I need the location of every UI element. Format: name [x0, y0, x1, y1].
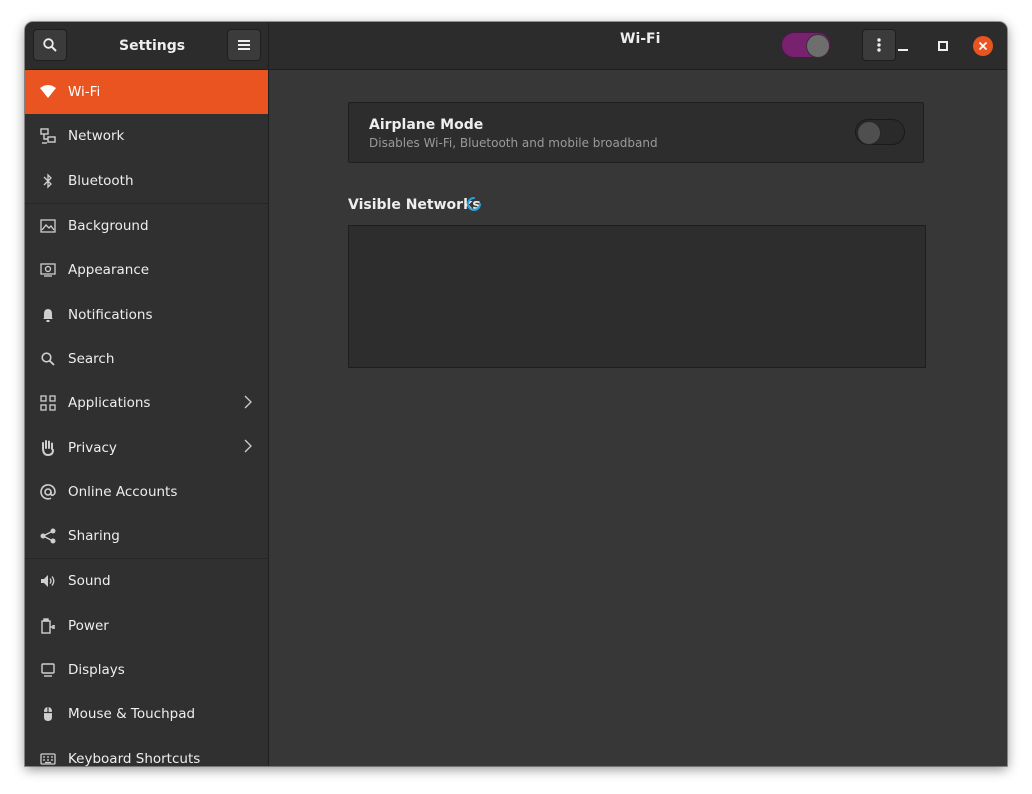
sidebar-item-sharing[interactable]: Sharing: [25, 514, 268, 560]
appearance-icon: [39, 261, 57, 279]
kebab-menu-icon: [877, 38, 881, 52]
airplane-mode-row: Airplane Mode Disables Wi-Fi, Bluetooth …: [348, 102, 924, 163]
sidebar-item-label: Wi-Fi: [68, 84, 101, 101]
at-icon: [39, 483, 57, 501]
bell-icon: [39, 306, 57, 324]
sidebar-item-label: Notifications: [68, 306, 153, 323]
minimize-icon: [898, 49, 908, 51]
display-icon: [39, 661, 57, 679]
mouse-icon: [39, 705, 57, 723]
sidebar-item-sound[interactable]: Sound: [25, 559, 268, 603]
applications-icon: [39, 394, 57, 412]
sidebar-item-label: Privacy: [68, 439, 117, 456]
page-title: Wi-Fi: [620, 31, 661, 47]
sidebar-item-bluetooth[interactable]: Bluetooth: [25, 159, 268, 204]
sidebar-item-label: Displays: [68, 662, 125, 678]
sidebar-item-label: Online Accounts: [68, 483, 178, 500]
hand-icon: [39, 439, 57, 457]
sidebar-item-power[interactable]: Power: [25, 604, 268, 648]
wifi-icon: [39, 83, 57, 101]
power-icon: [39, 617, 57, 635]
keyboard-icon: [39, 750, 57, 766]
more-options-button[interactable]: [862, 29, 896, 61]
sidebar-header: Settings: [25, 22, 269, 70]
sidebar-item-label: Bluetooth: [68, 172, 134, 189]
sidebar-item-label: Applications: [68, 395, 151, 412]
sidebar-item-label: Sound: [68, 573, 111, 590]
sidebar-title: Settings: [119, 38, 186, 54]
chevron-right-icon: [244, 395, 252, 413]
wifi-toggle[interactable]: [781, 32, 831, 58]
sidebar-item-label: Search: [68, 350, 115, 367]
maximize-button[interactable]: [933, 36, 953, 56]
sidebar-item-search[interactable]: Search: [25, 337, 268, 381]
share-icon: [39, 527, 57, 545]
minimize-button[interactable]: [893, 36, 913, 56]
sidebar-item-wifi[interactable]: Wi-Fi: [25, 70, 268, 115]
airplane-mode-toggle[interactable]: [855, 119, 905, 145]
sidebar-item-keyboard-shortcuts[interactable]: Keyboard Shortcuts: [25, 736, 268, 766]
sidebar-item-online-accounts[interactable]: Online Accounts: [25, 470, 268, 514]
airplane-mode-title: Airplane Mode: [369, 117, 484, 133]
airplane-mode-subtitle: Disables Wi-Fi, Bluetooth and mobile bro…: [369, 136, 658, 150]
sidebar-item-background[interactable]: Background: [25, 204, 268, 248]
primary-menu-button[interactable]: [227, 29, 261, 61]
maximize-icon: [938, 41, 948, 51]
sidebar-item-network[interactable]: Network: [25, 114, 268, 158]
sidebar-item-label: Sharing: [68, 528, 120, 545]
sidebar-item-displays[interactable]: Displays: [25, 648, 268, 692]
visible-networks-title: Visible Networks: [348, 197, 481, 213]
sidebar-item-notifications[interactable]: Notifications: [25, 292, 268, 336]
search-icon: [39, 350, 57, 368]
sidebar-item-privacy[interactable]: Privacy: [25, 425, 268, 469]
search-icon: [43, 38, 57, 52]
sidebar-item-label: Mouse & Touchpad: [68, 706, 196, 723]
sidebar-item-label: Network: [68, 128, 125, 145]
sidebar: Wi-Fi Network Bluetooth Background Appea…: [25, 70, 269, 766]
sidebar-item-label: Keyboard Shortcuts: [68, 750, 201, 766]
speaker-icon: [39, 572, 57, 590]
sidebar-item-applications[interactable]: Applications: [25, 381, 268, 425]
airplane-mode-toggle-knob: [857, 121, 881, 145]
visible-networks-list: [348, 225, 926, 368]
wifi-toggle-knob: [806, 34, 830, 58]
sidebar-item-label: Power: [68, 617, 109, 634]
search-button[interactable]: [33, 29, 67, 61]
background-icon: [39, 217, 57, 235]
chevron-right-icon: [244, 439, 252, 457]
wifi-panel: Airplane Mode Disables Wi-Fi, Bluetooth …: [269, 70, 1007, 766]
close-icon: [979, 42, 987, 50]
bluetooth-icon: [39, 172, 57, 190]
main-header: Wi-Fi: [269, 22, 1007, 70]
network-icon: [39, 127, 57, 145]
hamburger-menu-icon: [238, 40, 250, 50]
sidebar-item-label: Appearance: [68, 262, 150, 279]
settings-window: Settings Wi-Fi Wi-Fi Network Bluetooth B…: [25, 22, 1007, 766]
loading-spinner-icon: [466, 196, 482, 216]
sidebar-item-mouse-touchpad[interactable]: Mouse & Touchpad: [25, 692, 268, 736]
close-button[interactable]: [973, 36, 993, 56]
sidebar-item-appearance[interactable]: Appearance: [25, 248, 268, 292]
sidebar-item-label: Background: [68, 218, 149, 235]
